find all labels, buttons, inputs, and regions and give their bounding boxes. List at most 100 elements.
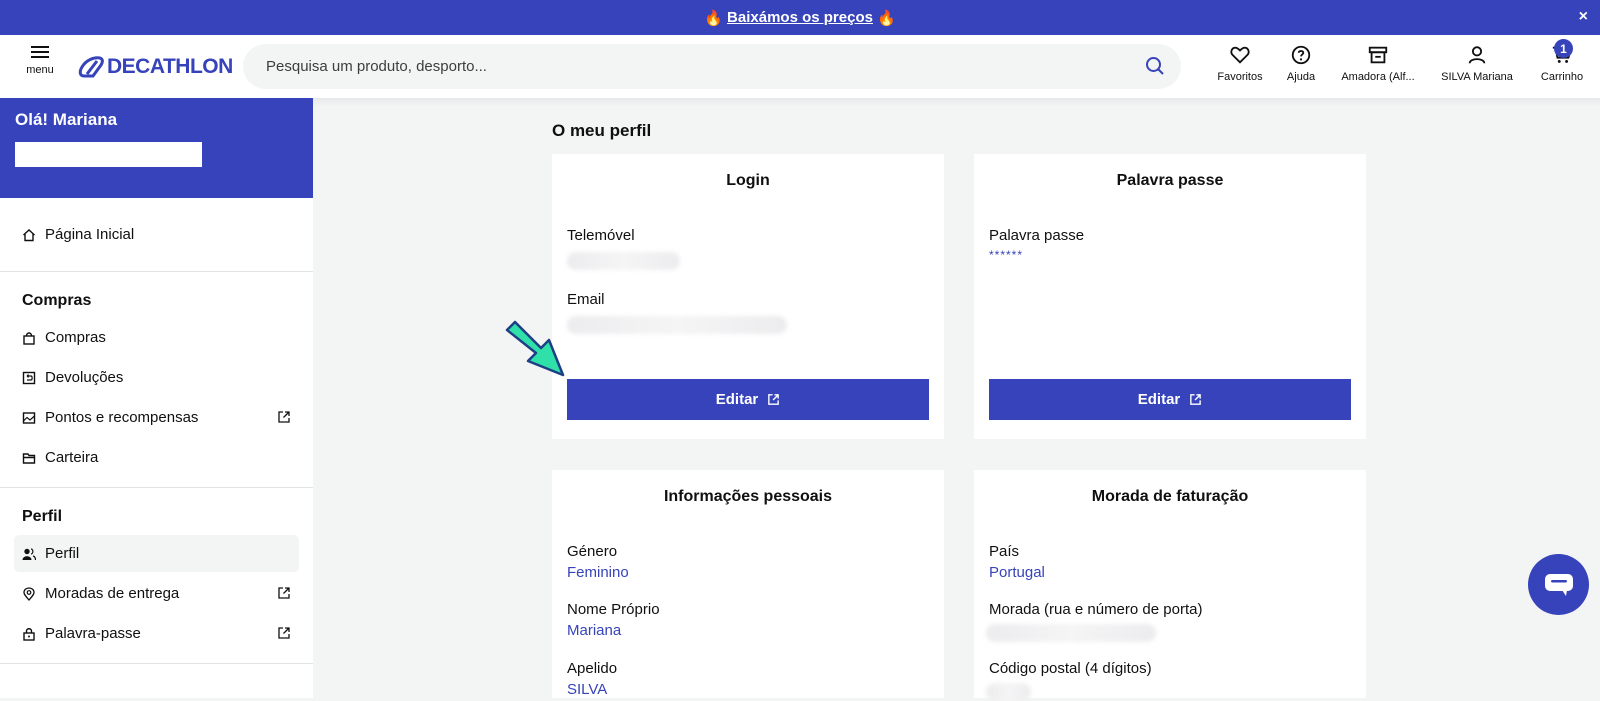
firstname-label: Nome Próprio: [567, 601, 660, 618]
card-title: Morada de faturação: [1091, 488, 1249, 505]
postal-label: Código postal (4 dígitos): [989, 660, 1152, 677]
logo-mark-icon: [78, 56, 104, 78]
card-title: Informações pessoais: [663, 488, 833, 505]
search-icon[interactable]: [1145, 56, 1165, 76]
store-icon: [1368, 46, 1388, 64]
users-icon: [22, 547, 36, 560]
header-icons: Favoritos Ajuda Amadora (Alf... SILVA Ma…: [1204, 35, 1600, 98]
lastname-label: Apelido: [567, 660, 618, 677]
external-link-icon: [768, 394, 780, 405]
sidebar-item-returns[interactable]: Devoluções: [14, 359, 299, 396]
help-icon: [1291, 45, 1311, 65]
country-field: País Portugal: [989, 543, 1045, 581]
sidebar-header: Olá! Mariana: [0, 98, 313, 198]
account-label: SILVA Mariana: [1441, 71, 1513, 83]
decathlon-logo[interactable]: DECATHLON: [78, 55, 233, 79]
gender-field: Género Feminino: [567, 543, 629, 581]
account-button[interactable]: SILVA Mariana: [1430, 35, 1524, 98]
sidebar-item-label: Moradas de entrega: [45, 585, 180, 602]
heart-icon: [1230, 46, 1250, 64]
password-field: Palavra passe ******: [989, 227, 1084, 262]
sidebar-item-password[interactable]: Palavra-passe: [14, 615, 299, 652]
sidebar-item-label: Palavra-passe: [45, 625, 141, 642]
page-title: O meu perfil: [552, 121, 652, 140]
image-icon: [22, 411, 36, 424]
section-title-compras: Compras: [22, 292, 92, 309]
sidebar-section-compras: Compras Compras Devoluções Pontos e reco…: [0, 272, 313, 488]
edit-label: Editar: [1137, 391, 1181, 408]
user-icon: [1468, 46, 1486, 64]
chat-bubble-icon: [1544, 573, 1573, 596]
gender-label: Género: [567, 543, 618, 560]
sidebar-item-profile[interactable]: Perfil: [14, 535, 299, 572]
shopping-bag-icon: [23, 331, 35, 345]
store-label: Amadora (Alf...: [1341, 71, 1415, 83]
external-link-icon: [278, 587, 290, 599]
external-link-icon: [1190, 394, 1202, 405]
sidebar-section-home: Página Inicial: [0, 198, 313, 272]
address-label: Morada (rua e número de porta): [989, 601, 1203, 618]
lastname-field: Apelido SILVA: [567, 660, 617, 698]
edit-login-button[interactable]: Editar: [567, 379, 929, 420]
card-title: Login: [726, 172, 770, 189]
email-label: Email: [567, 291, 605, 308]
help-button[interactable]: Ajuda: [1276, 35, 1326, 98]
header-shadow: [313, 98, 1600, 106]
cart-label: Carrinho: [1540, 71, 1584, 83]
favorites-label: Favoritos: [1217, 71, 1263, 83]
cart-button[interactable]: Carrinho 1: [1524, 35, 1600, 98]
menu-button[interactable]: menu: [24, 43, 56, 76]
logo-text: DECATHLON: [107, 55, 233, 78]
hamburger-icon: [24, 46, 56, 58]
sidebar-item-label: Pontos e recompensas: [45, 409, 199, 426]
home-icon: [23, 228, 35, 241]
edit-password-button[interactable]: Editar: [989, 379, 1351, 420]
email-field: Email: [567, 291, 605, 308]
phone-label: Telemóvel: [567, 227, 635, 244]
country-value: Portugal: [989, 564, 1045, 581]
firstname-value: Mariana: [567, 622, 622, 639]
sidebar-item-home[interactable]: Página Inicial: [14, 216, 299, 253]
promo-link[interactable]: Baixámos os preços: [727, 9, 873, 26]
cart-count-badge: 1: [1554, 39, 1573, 58]
sidebar-item-label: Página Inicial: [45, 226, 135, 243]
lastname-value: SILVA: [567, 681, 608, 698]
sidebar-item-label: Carteira: [45, 449, 99, 466]
firstname-field: Nome Próprio Mariana: [567, 601, 660, 639]
chat-button[interactable]: [1528, 554, 1589, 615]
redacted-address: [986, 624, 1156, 642]
favorites-button[interactable]: Favoritos: [1204, 35, 1276, 98]
sidebar-item-rewards[interactable]: Pontos e recompensas: [14, 399, 299, 436]
sidebar-item-label: Compras: [45, 329, 106, 346]
sidebar-item-addresses[interactable]: Moradas de entrega: [14, 575, 299, 612]
password-value: ******: [989, 248, 1024, 262]
flame-icon: 🔥: [704, 9, 724, 27]
sidebar-item-wallet[interactable]: Carteira: [14, 439, 299, 476]
store-button[interactable]: Amadora (Alf...: [1326, 35, 1430, 98]
login-card: Login Telemóvel Email Editar: [552, 154, 944, 439]
billing-address-card: Morada de faturação País Portugal Morada…: [974, 470, 1366, 701]
menu-label: menu: [26, 64, 54, 76]
phone-field: Telemóvel: [567, 227, 635, 244]
sidebar-item-purchases[interactable]: Compras: [14, 319, 299, 356]
redacted-email: [567, 316, 787, 334]
flame-icon: 🔥: [876, 9, 896, 27]
password-label: Palavra passe: [989, 227, 1085, 244]
search-input[interactable]: Pesquisa um produto, desporto...: [266, 58, 487, 75]
wallet-icon: [22, 452, 36, 464]
address-field: Morada (rua e número de porta): [989, 601, 1202, 618]
search-bar[interactable]: Pesquisa um produto, desporto...: [243, 44, 1181, 89]
lock-icon: [23, 627, 35, 641]
return-icon: [22, 371, 36, 384]
redacted-box: [15, 142, 202, 167]
sidebar-item-label: Perfil: [45, 545, 80, 562]
personal-info-card: Informações pessoais Género Feminino Nom…: [552, 470, 944, 698]
annotation-arrow-icon: [505, 320, 565, 377]
close-banner-button[interactable]: ×: [1579, 8, 1588, 26]
redacted-phone: [567, 252, 680, 270]
country-label: País: [989, 543, 1020, 560]
redacted-postal: [986, 683, 1031, 701]
sidebar-item-label: Devoluções: [45, 369, 124, 386]
account-sidebar: Olá! Mariana Página Inicial Compras Comp…: [0, 98, 313, 698]
section-title-perfil: Perfil: [22, 508, 63, 525]
